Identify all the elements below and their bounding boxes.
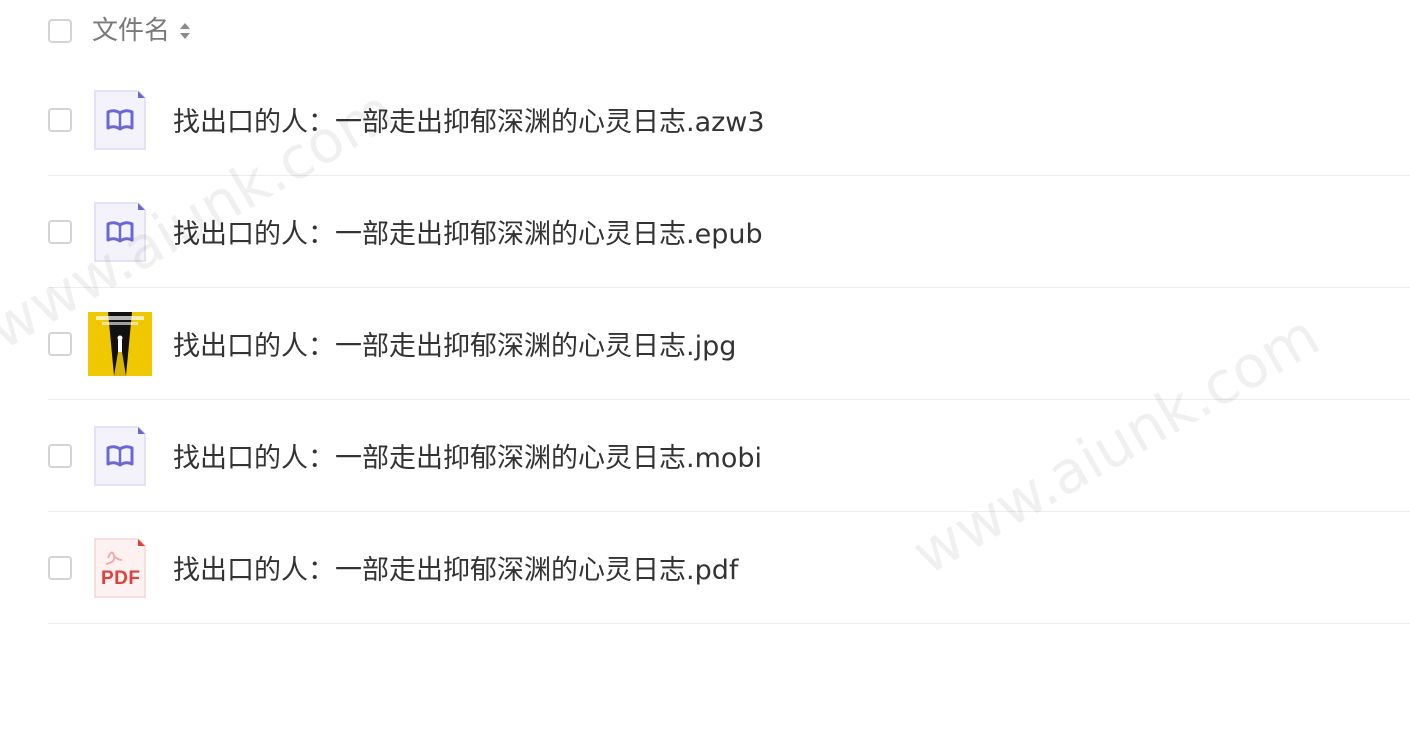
file-row[interactable]: 找出口的人：一部走出抑郁深渊的心灵日志.epub xyxy=(48,176,1410,288)
row-checkbox[interactable] xyxy=(48,107,72,132)
row-checkbox[interactable] xyxy=(48,219,72,244)
file-row[interactable]: 找出口的人：一部走出抑郁深渊的心灵日志.azw3 xyxy=(48,64,1410,176)
sort-icon[interactable] xyxy=(178,19,192,43)
ebook-file-icon xyxy=(94,89,146,150)
file-row[interactable]: PDF 找出口的人：一部走出抑郁深渊的心灵日志.pdf xyxy=(48,512,1410,624)
ebook-file-icon xyxy=(94,201,146,262)
pdf-label: PDF xyxy=(101,567,141,589)
file-name[interactable]: 找出口的人：一部走出抑郁深渊的心灵日志.azw3 xyxy=(173,100,765,139)
file-name[interactable]: 找出口的人：一部走出抑郁深渊的心灵日志.epub xyxy=(173,212,763,251)
file-row[interactable]: 找出口的人：一部走出抑郁深渊的心灵日志.mobi xyxy=(48,400,1410,512)
select-all-checkbox[interactable] xyxy=(48,19,72,43)
file-name[interactable]: 找出口的人：一部走出抑郁深渊的心灵日志.jpg xyxy=(173,324,736,363)
row-checkbox[interactable] xyxy=(48,555,72,580)
file-row[interactable]: 找出口的人：一部走出抑郁深渊的心灵日志.jpg xyxy=(48,288,1410,400)
ebook-file-icon xyxy=(94,425,146,486)
file-list-header: 文件名 xyxy=(48,14,192,48)
file-list-page: 文件名 找出口的人：一部走出抑郁深渊的心灵日志.azw3 找出口的人：一部走出抑… xyxy=(0,0,1410,738)
filename-column-header[interactable]: 文件名 xyxy=(92,14,170,48)
pdf-file-icon: PDF xyxy=(94,537,146,598)
file-name[interactable]: 找出口的人：一部走出抑郁深渊的心灵日志.pdf xyxy=(173,548,738,587)
row-checkbox[interactable] xyxy=(48,331,72,356)
row-checkbox[interactable] xyxy=(48,443,72,468)
file-name[interactable]: 找出口的人：一部走出抑郁深渊的心灵日志.mobi xyxy=(173,436,762,475)
file-list: 找出口的人：一部走出抑郁深渊的心灵日志.azw3 找出口的人：一部走出抑郁深渊的… xyxy=(48,64,1410,624)
image-thumbnail xyxy=(88,311,152,376)
